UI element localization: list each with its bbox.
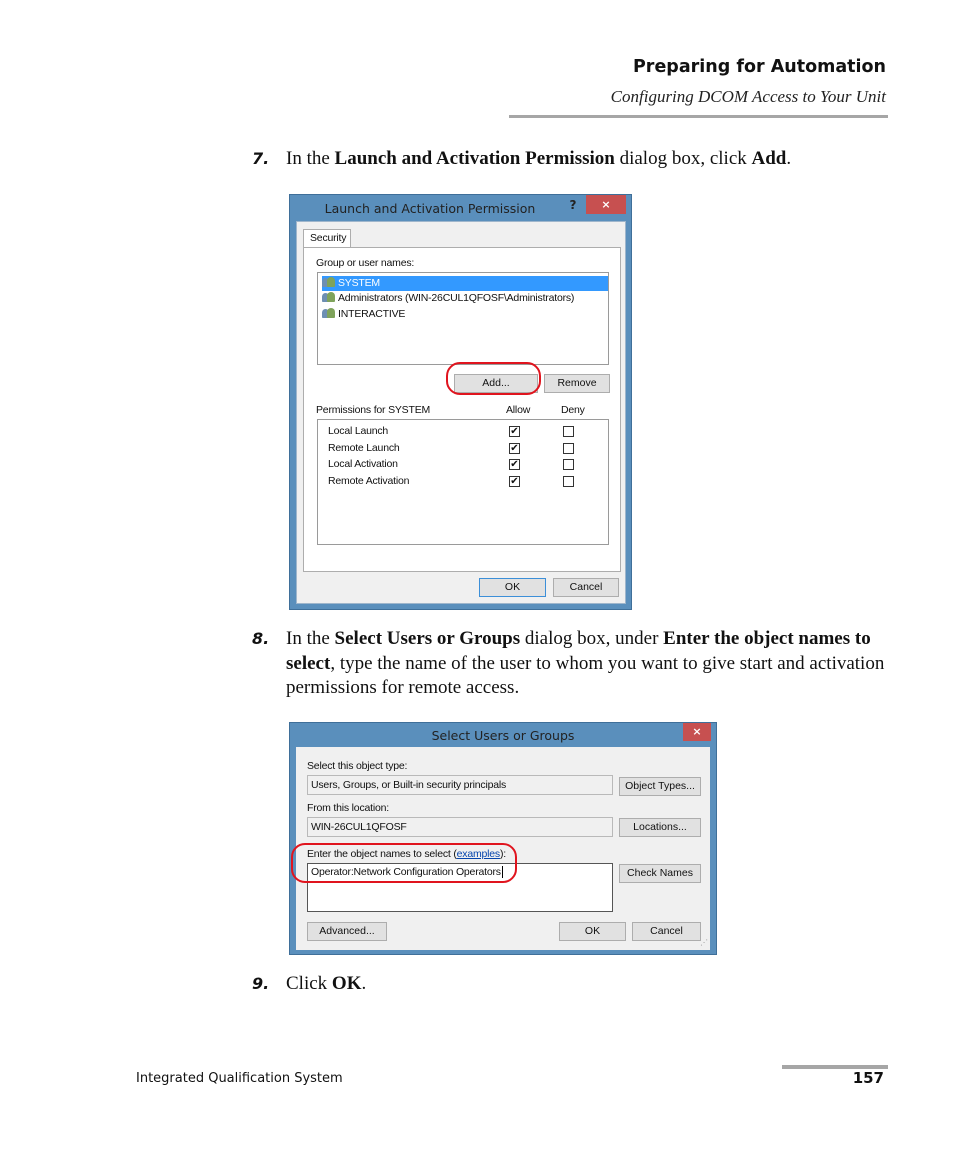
text-run: . (786, 148, 792, 169)
user-group-icon (322, 291, 336, 303)
location-label: From this location: (307, 802, 389, 814)
deny-checkbox[interactable] (563, 426, 574, 437)
allow-checkbox[interactable]: ✔ (509, 459, 520, 470)
page-number: 157 (852, 1069, 884, 1087)
object-types-button[interactable]: Object Types... (619, 777, 701, 796)
step-8: 8. In the Select Users or Groups dialog … (252, 627, 884, 703)
group-names-label: Group or user names: (316, 257, 415, 269)
emphasis: Launch and Activation Permission (334, 148, 615, 169)
text-run: dialog box, under (520, 628, 664, 649)
allow-column-header: Allow (506, 404, 531, 416)
deny-checkbox[interactable] (563, 442, 574, 454)
text-run: Click (286, 973, 332, 994)
section-title: Configuring DCOM Access to Your Unit (610, 87, 886, 106)
dialog-title: Launch and Activation Permission (324, 201, 536, 216)
list-item-system[interactable]: SYSTEM (322, 276, 608, 291)
select-users-groups-dialog: Select Users or Groups × Select this obj… (289, 722, 717, 955)
step-number: 8. (252, 629, 270, 648)
highlight-object-names (291, 843, 517, 883)
step-7: 7. In the Launch and Activation Permissi… (252, 147, 862, 173)
emphasis: OK (331, 973, 362, 994)
emphasis: Select Users or Groups (334, 628, 521, 649)
close-icon: × (601, 198, 611, 211)
header-divider (509, 115, 888, 118)
step-text: In the Launch and Activation Permission … (286, 147, 886, 172)
locations-button[interactable]: Locations... (619, 818, 701, 837)
permission-name: Local Activation (328, 458, 398, 470)
user-group-icon (322, 307, 336, 319)
allow-checkbox[interactable]: ✔ (509, 426, 520, 437)
deny-column-header: Deny (561, 404, 585, 416)
permission-name: Remote Activation (328, 474, 410, 487)
object-type-label: Select this object type: (307, 760, 408, 772)
user-group-icon (322, 276, 336, 288)
permissions-list: Local Launch ✔ Remote Launch ✔ Local Activat… (317, 419, 609, 545)
text-run: , type the name of the user to whom you … (286, 652, 885, 699)
step-9: 9. Click OK. (252, 972, 862, 998)
highlight-add-button (446, 362, 541, 395)
step-number: 7. (252, 149, 270, 168)
allow-checkbox[interactable]: ✔ (509, 475, 520, 487)
dialog-title: Select Users or Groups (431, 728, 575, 743)
tab-security[interactable]: Security (303, 229, 351, 248)
launch-activation-permission-dialog: Launch and Activation Permission ? × Sec… (289, 194, 632, 610)
chapter-title: Preparing for Automation (632, 57, 886, 77)
ok-button[interactable]: OK (479, 578, 546, 597)
footer-product-name: Integrated Qualification System (136, 1071, 343, 1086)
text-run: In the (286, 628, 335, 649)
close-button[interactable]: × (586, 195, 626, 214)
allow-checkbox[interactable]: ✔ (509, 442, 520, 454)
security-tab-panel: Group or user names: SYSTEM Administrato… (303, 247, 621, 572)
remove-button[interactable]: Remove (544, 374, 610, 393)
location-field: WIN-26CUL1QFOSF (307, 817, 613, 837)
help-button[interactable]: ? (562, 196, 584, 214)
text-run: . (361, 973, 367, 994)
close-icon: × (692, 725, 702, 738)
deny-checkbox[interactable] (563, 475, 574, 487)
list-item-administrators[interactable]: Administrators (WIN-26CUL1QFOSF\Administ… (322, 291, 608, 306)
resize-grip-icon[interactable]: ⋰ (700, 939, 708, 947)
dialog-body: Security Group or user names: SYSTEM Adm… (296, 221, 626, 604)
step-number: 9. (252, 974, 270, 993)
text-run: dialog box, click (614, 148, 752, 169)
object-type-field: Users, Groups, or Built-in security prin… (307, 775, 613, 795)
cancel-button[interactable]: Cancel (632, 922, 701, 941)
ok-button[interactable]: OK (559, 922, 626, 941)
advanced-button[interactable]: Advanced... (307, 922, 387, 941)
permission-name: Local Launch (328, 425, 389, 437)
list-item-interactive[interactable]: INTERACTIVE (322, 307, 608, 322)
step-text: In the Select Users or Groups dialog box… (286, 627, 886, 701)
emphasis: Add (751, 148, 787, 169)
close-button[interactable]: × (683, 723, 711, 741)
permissions-label: Permissions for SYSTEM (316, 404, 431, 416)
deny-checkbox[interactable] (563, 459, 574, 470)
permission-name: Remote Launch (328, 441, 400, 454)
check-names-button[interactable]: Check Names (619, 864, 701, 883)
user-list[interactable]: SYSTEM Administrators (WIN-26CUL1QFOSF\A… (317, 272, 609, 365)
text-run: In the (286, 148, 335, 169)
cancel-button[interactable]: Cancel (553, 578, 619, 597)
step-text: Click OK. (286, 972, 886, 997)
